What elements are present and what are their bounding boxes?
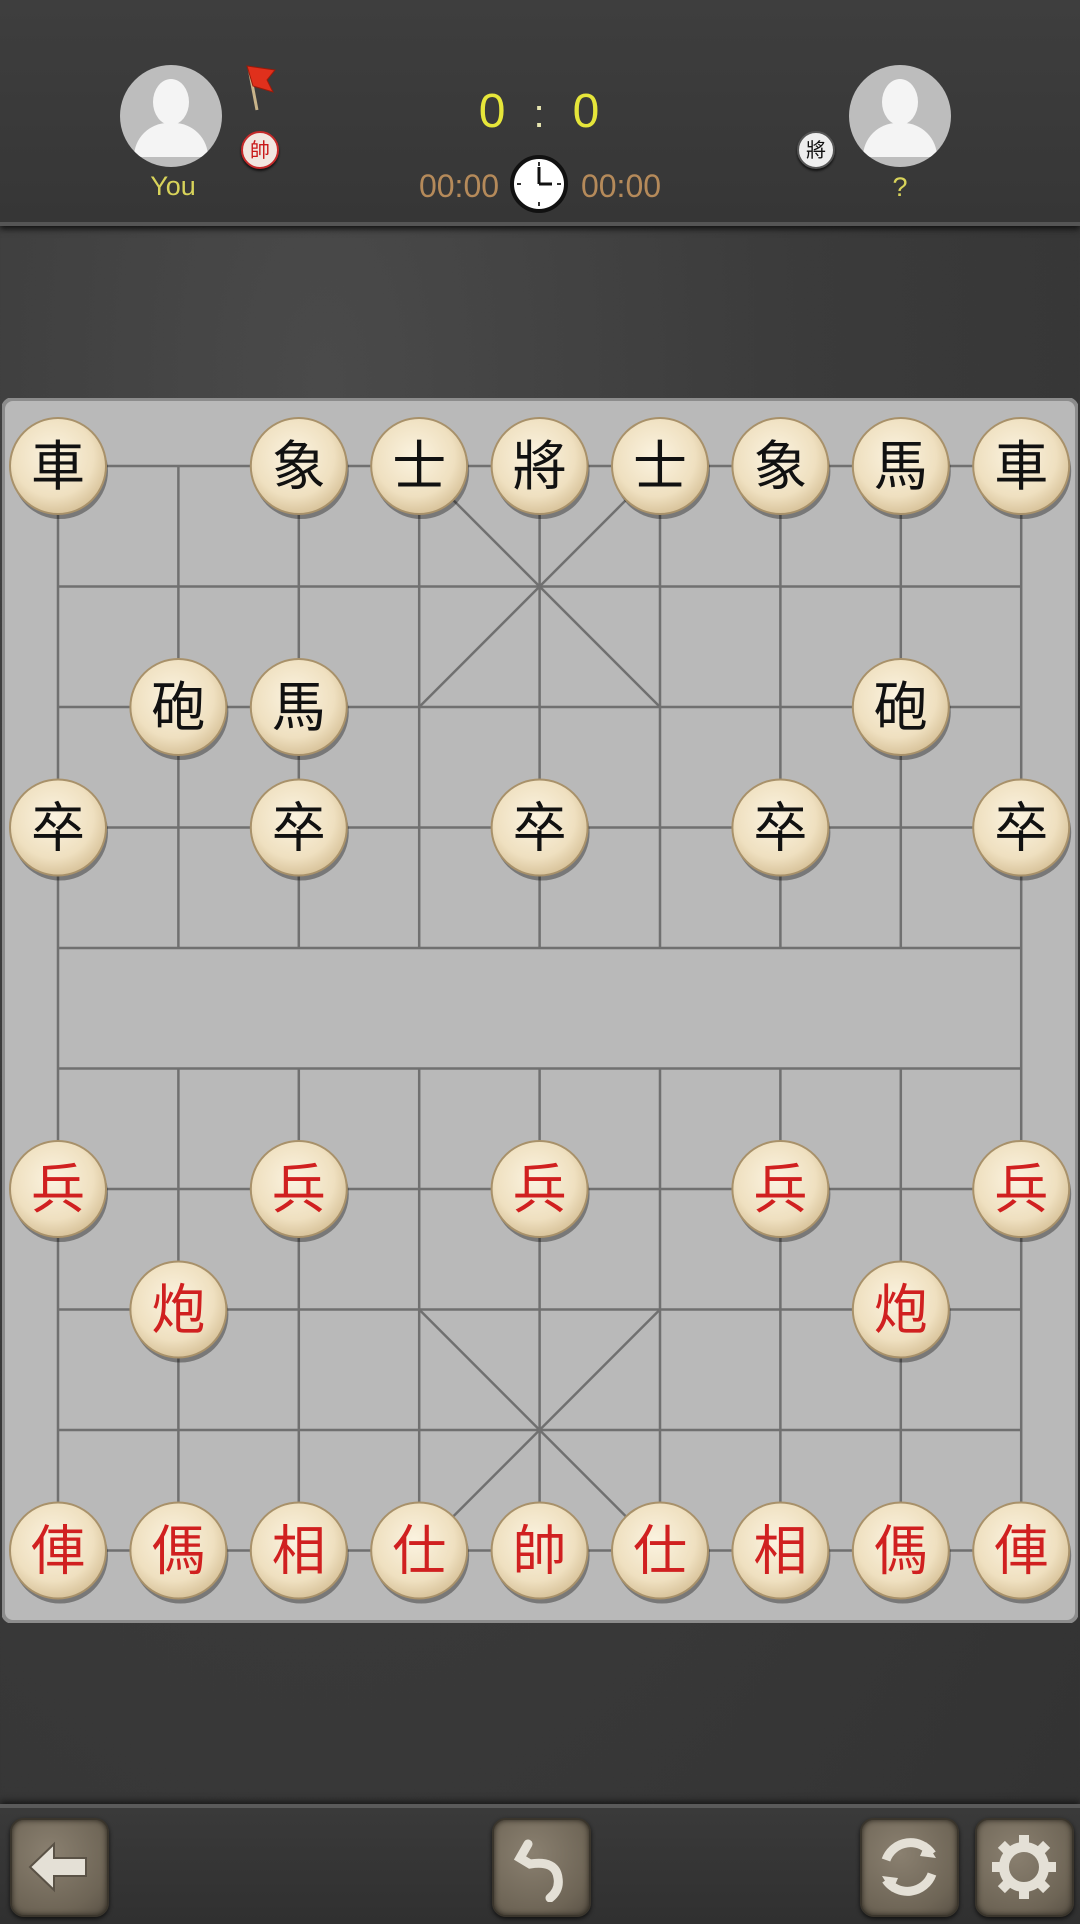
piece-label: 車 — [31, 435, 85, 498]
piece-label: 仕 — [633, 1520, 687, 1583]
score-separator: : — [533, 92, 545, 136]
undo-icon — [513, 1839, 563, 1902]
piece-label: 兵 — [31, 1158, 85, 1221]
piece-label: 仕 — [392, 1520, 446, 1583]
opponent-name: ? — [892, 172, 908, 202]
settings-button[interactable] — [975, 1818, 1074, 1917]
piece-label: 士 — [633, 435, 687, 498]
opponent-side-badge: 將 — [797, 131, 835, 169]
timer-opponent: 00:00 — [580, 168, 662, 204]
piece-label: 兵 — [272, 1158, 326, 1221]
gear-icon — [992, 1835, 1056, 1899]
piece-label: 傌 — [151, 1520, 205, 1583]
piece-label: 象 — [753, 435, 807, 498]
piece-label: 炮 — [151, 1279, 205, 1342]
piece-label: 卒 — [994, 797, 1048, 860]
piece-label: 卒 — [31, 797, 85, 860]
piece-label: 將 — [513, 435, 567, 498]
piece-label: 兵 — [513, 1158, 567, 1221]
restart-button[interactable] — [860, 1818, 959, 1917]
piece-label: 炮 — [874, 1279, 928, 1342]
piece-label: 卒 — [513, 797, 567, 860]
timer-you: 00:00 — [418, 168, 500, 204]
piece-label: 兵 — [994, 1158, 1048, 1221]
piece-label: 俥 — [31, 1520, 85, 1583]
piece-label: 砲 — [151, 676, 205, 739]
red-flag-icon — [246, 65, 276, 111]
score-you: 0 — [478, 85, 506, 138]
restart-icon — [881, 1838, 937, 1896]
player-side-badge: 帥 — [241, 131, 279, 169]
xiangqi-board[interactable]: 車象士將士象馬車砲馬砲卒卒卒卒卒兵兵兵兵兵炮 炮俥傌相仕帥仕相傌俥 — [2, 398, 1078, 1623]
clock-icon — [510, 155, 568, 213]
piece-label: 傌 — [874, 1520, 928, 1583]
score: 0:0 — [465, 84, 614, 139]
piece-label: 卒 — [753, 797, 807, 860]
piece-label: 卒 — [272, 797, 326, 860]
piece-label: 砲 — [874, 676, 928, 739]
piece-label: 相 — [272, 1520, 326, 1583]
piece-label: 士 — [392, 435, 446, 498]
player-avatar[interactable] — [120, 65, 222, 167]
piece-label: 象 — [272, 435, 326, 498]
back-arrow-icon — [28, 1841, 87, 1893]
piece-label: 帥 — [513, 1520, 567, 1583]
piece-label: 兵 — [753, 1158, 807, 1221]
piece-label: 相 — [753, 1520, 807, 1583]
undo-button[interactable] — [492, 1818, 591, 1917]
score-opponent: 0 — [572, 85, 600, 138]
piece-label: 俥 — [994, 1520, 1048, 1583]
back-button[interactable] — [10, 1818, 109, 1917]
opponent-avatar[interactable] — [849, 65, 951, 167]
piece-label: 馬 — [874, 435, 928, 498]
player-name: You — [150, 171, 196, 201]
piece-label: 車 — [994, 435, 1048, 498]
piece-label: 馬 — [272, 676, 326, 739]
